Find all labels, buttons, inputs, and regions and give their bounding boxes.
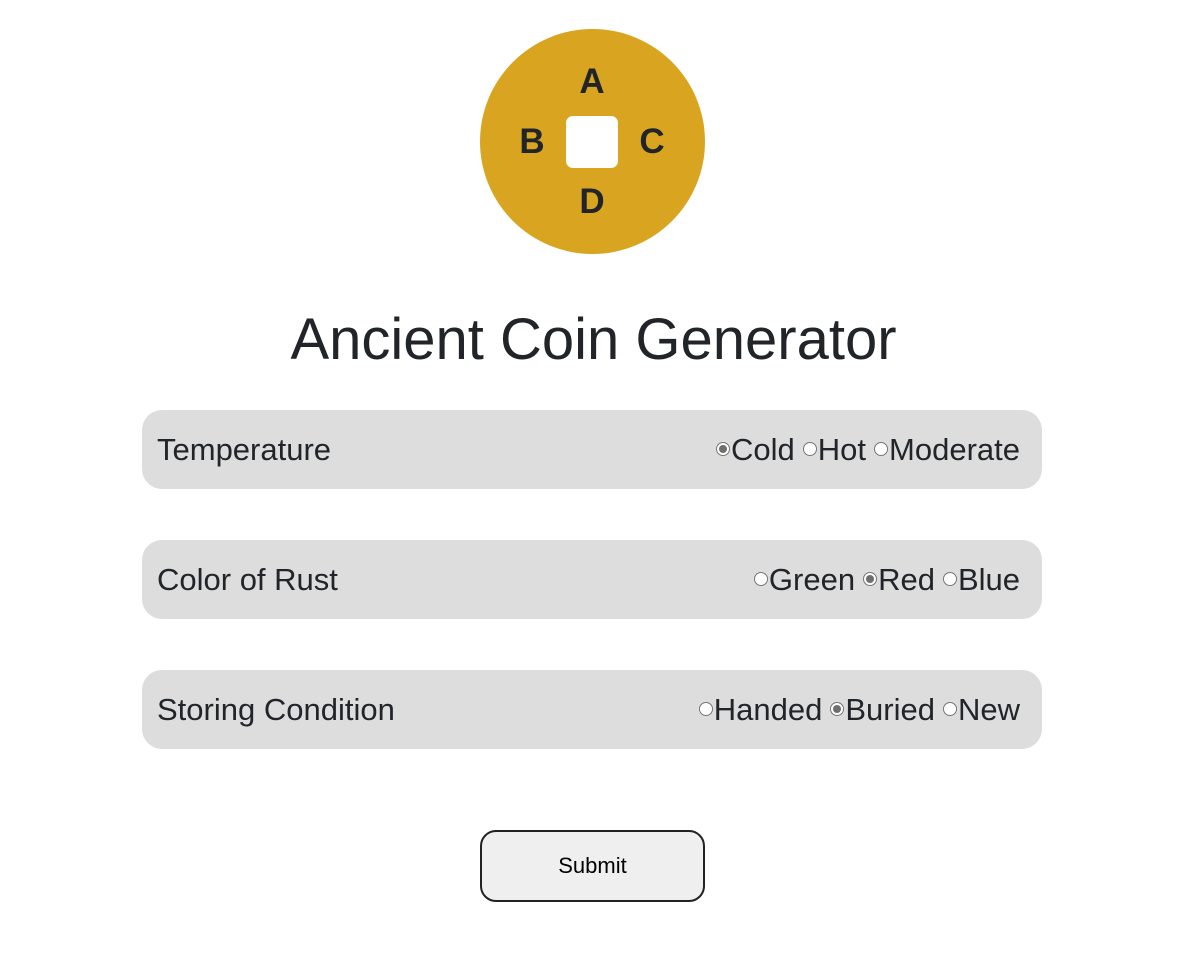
temperature-label: Temperature [157, 431, 332, 467]
rust-option-blue[interactable]: Blue [942, 561, 1020, 598]
radio-new[interactable] [942, 701, 957, 716]
radio-green[interactable] [753, 571, 768, 586]
storage-option-handed[interactable]: Handed [698, 691, 823, 728]
storage-option-label: Handed [713, 691, 823, 727]
rust-option-label: Red [878, 561, 935, 597]
coin-letter-top: A [579, 62, 605, 101]
storage-option-label: New [957, 691, 1020, 727]
storing-condition-options: Handed Buried New [698, 691, 1020, 728]
coin-letter-right: C [639, 122, 665, 161]
coin-letter-bottom: D [579, 182, 605, 221]
storage-option-buried[interactable]: Buried [830, 692, 935, 728]
temperature-option-label: Moderate [889, 431, 1020, 467]
radio-cold[interactable] [716, 441, 731, 456]
temperature-row: Temperature Cold Hot Moderate [142, 410, 1042, 489]
rust-color-label: Color of Rust [157, 561, 338, 597]
radio-red[interactable] [863, 571, 878, 586]
temperature-option-cold[interactable]: Cold [716, 432, 795, 468]
rust-option-label: Green [768, 561, 856, 597]
coin-letter-left: B [519, 122, 545, 161]
radio-blue[interactable] [942, 571, 957, 586]
radio-buried[interactable] [830, 701, 845, 716]
rust-option-red[interactable]: Red [863, 562, 935, 598]
radio-moderate[interactable] [874, 441, 889, 456]
storing-condition-label: Storing Condition [157, 691, 395, 727]
storing-condition-row: Storing Condition Handed Buried New [142, 670, 1042, 749]
temperature-option-label: Hot [817, 431, 867, 467]
temperature-option-moderate[interactable]: Moderate [874, 432, 1020, 468]
temperature-option-label: Cold [731, 431, 795, 467]
storage-option-new[interactable]: New [942, 691, 1020, 728]
rust-color-options: Green Red Blue [753, 561, 1020, 598]
radio-hot[interactable] [802, 441, 817, 456]
submit-button[interactable]: Submit [480, 830, 705, 902]
coin-preview: A B C D [480, 29, 705, 254]
rust-option-green[interactable]: Green [753, 561, 856, 598]
page-title: Ancient Coin Generator [290, 307, 897, 372]
rust-color-row: Color of Rust Green Red Blue [142, 540, 1042, 619]
radio-handed[interactable] [698, 701, 713, 716]
temperature-options: Cold Hot Moderate [716, 432, 1020, 468]
storage-option-label: Buried [845, 691, 935, 727]
rust-option-label: Blue [957, 561, 1020, 597]
coin-center-hole [566, 116, 618, 168]
temperature-option-hot[interactable]: Hot [802, 431, 867, 468]
